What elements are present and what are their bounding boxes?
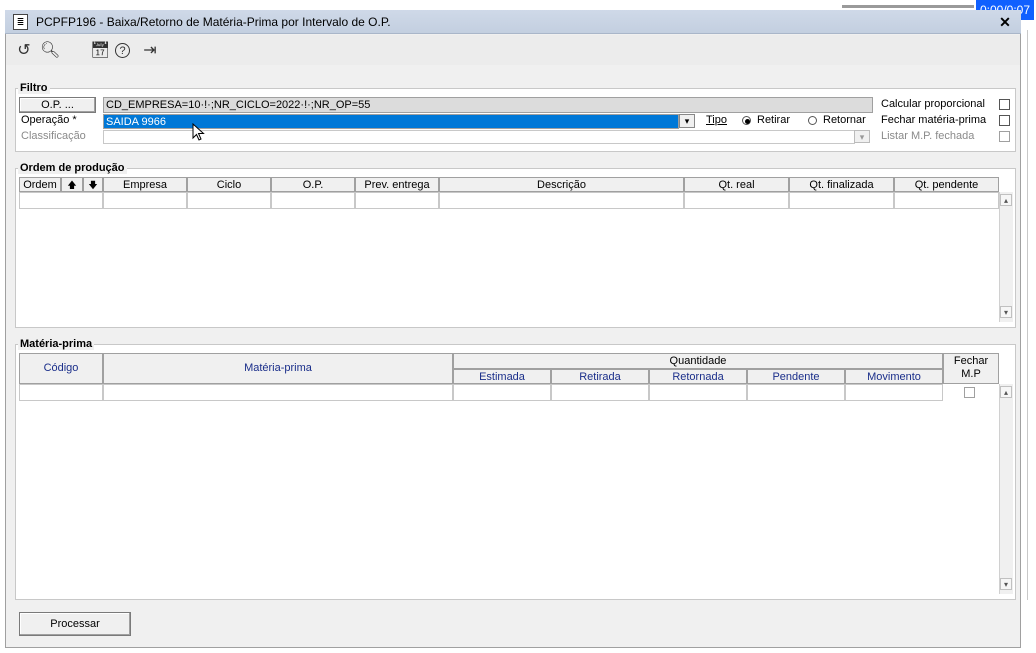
col-op[interactable]: O.P. xyxy=(271,177,355,192)
document-icon: ≣ xyxy=(13,14,28,30)
col-fechar-mp[interactable]: Fechar M.P xyxy=(943,353,999,384)
materia-cell[interactable] xyxy=(551,384,649,401)
radio-retornar[interactable] xyxy=(808,116,817,125)
col-materia-prima[interactable]: Matéria-prima xyxy=(103,353,453,384)
radio-retirar-label: Retirar xyxy=(757,114,791,126)
processar-label: Processar xyxy=(50,618,100,630)
scroll-down-icon-2[interactable]: ▾ xyxy=(1000,578,1012,590)
ordem-scrollbar[interactable] xyxy=(999,192,1013,322)
ordem-title: Ordem de produção xyxy=(18,162,127,174)
col-retirada[interactable]: Retirada xyxy=(551,369,649,384)
materia-title: Matéria-prima xyxy=(18,338,95,350)
help-icon[interactable]: ? xyxy=(115,43,130,58)
top-progress-line xyxy=(842,5,974,8)
ordem-cell[interactable] xyxy=(894,192,999,209)
col-estimada[interactable]: Estimada xyxy=(453,369,551,384)
exit-icon[interactable]: ⇥ xyxy=(141,42,159,60)
col-ordem[interactable]: Ordem xyxy=(19,177,61,192)
col-qt-real[interactable]: Qt. real xyxy=(684,177,789,192)
col-retornada[interactable]: Retornada xyxy=(649,369,747,384)
chevron-down-icon[interactable]: ▾ xyxy=(679,114,695,128)
operacao-combo[interactable]: SAIDA 9966 xyxy=(103,114,679,129)
radio-retornar-label: Retornar xyxy=(823,114,866,126)
classificacao-label: Classificação xyxy=(21,130,86,142)
op-button[interactable]: O.P. ... xyxy=(19,97,96,113)
refresh-icon[interactable]: ↺ xyxy=(15,42,33,60)
listar-label: Listar M.P. fechada xyxy=(881,130,975,142)
ordem-cell[interactable] xyxy=(684,192,789,209)
col-qt-finalizada[interactable]: Qt. finalizada xyxy=(789,177,894,192)
col-codigo[interactable]: Código xyxy=(19,353,103,384)
materia-cell[interactable] xyxy=(845,384,943,401)
calcular-label: Calcular proporcional xyxy=(881,98,985,110)
col-empresa[interactable]: Empresa xyxy=(103,177,187,192)
scroll-up-icon[interactable]: ▴ xyxy=(1000,194,1012,206)
ordem-cell[interactable] xyxy=(271,192,355,209)
materia-scrollbar[interactable] xyxy=(999,384,1013,594)
col-prev-entrega[interactable]: Prev. entrega xyxy=(355,177,439,192)
search-icon[interactable]: 🔍︎ xyxy=(40,42,60,60)
fechar-label: Fechar matéria-prima xyxy=(881,114,987,126)
processar-button[interactable]: Processar xyxy=(19,612,131,636)
scroll-down-icon[interactable]: ▾ xyxy=(1000,306,1012,318)
classificacao-combo[interactable] xyxy=(103,130,855,144)
materia-cell[interactable] xyxy=(19,384,103,401)
col-quantidade: Quantidade xyxy=(453,353,943,369)
materia-cell[interactable] xyxy=(649,384,747,401)
ordem-cell[interactable] xyxy=(789,192,894,209)
materia-cell[interactable] xyxy=(747,384,845,401)
col-descricao[interactable]: Descrição xyxy=(439,177,684,192)
fechar-checkbox[interactable] xyxy=(999,115,1010,126)
mouse-cursor-icon xyxy=(192,122,206,141)
listar-checkbox[interactable] xyxy=(999,131,1010,142)
ordem-cell[interactable] xyxy=(355,192,439,209)
col-movimento[interactable]: Movimento xyxy=(845,369,943,384)
tipo-label: Tipo xyxy=(706,114,727,126)
calendar-icon[interactable]: 📅︎ xyxy=(90,42,110,60)
operacao-label: Operação * xyxy=(21,114,77,126)
close-button[interactable]: ✕ xyxy=(996,14,1014,31)
ordem-cell[interactable] xyxy=(187,192,271,209)
ordem-cell[interactable] xyxy=(19,192,103,209)
outer-scroll-edge xyxy=(1027,30,1028,600)
radio-retirar[interactable] xyxy=(742,116,751,125)
materia-cell[interactable] xyxy=(453,384,551,401)
col-ciclo[interactable]: Ciclo xyxy=(187,177,271,192)
chevron-down-icon-2[interactable]: ▾ xyxy=(854,130,870,143)
col-pendente[interactable]: Pendente xyxy=(747,369,845,384)
sort-up-icon[interactable]: 🡅 xyxy=(61,177,83,192)
materia-cell[interactable] xyxy=(103,384,453,401)
calcular-checkbox[interactable] xyxy=(999,99,1010,110)
col-qt-pendente[interactable]: Qt. pendente xyxy=(894,177,999,192)
sort-down-icon[interactable]: 🡇 xyxy=(83,177,103,192)
ordem-cell[interactable] xyxy=(439,192,684,209)
fechar-mp-checkbox[interactable] xyxy=(964,387,975,398)
op-filter-field[interactable]: CD_EMPRESA=10·!·;NR_CICLO=2022·!·;NR_OP=… xyxy=(103,97,873,113)
scroll-up-icon-2[interactable]: ▴ xyxy=(1000,386,1012,398)
window-title: PCPFP196 - Baixa/Retorno de Matéria-Prim… xyxy=(36,15,391,29)
ordem-cell[interactable] xyxy=(103,192,187,209)
filtro-title: Filtro xyxy=(18,82,50,94)
